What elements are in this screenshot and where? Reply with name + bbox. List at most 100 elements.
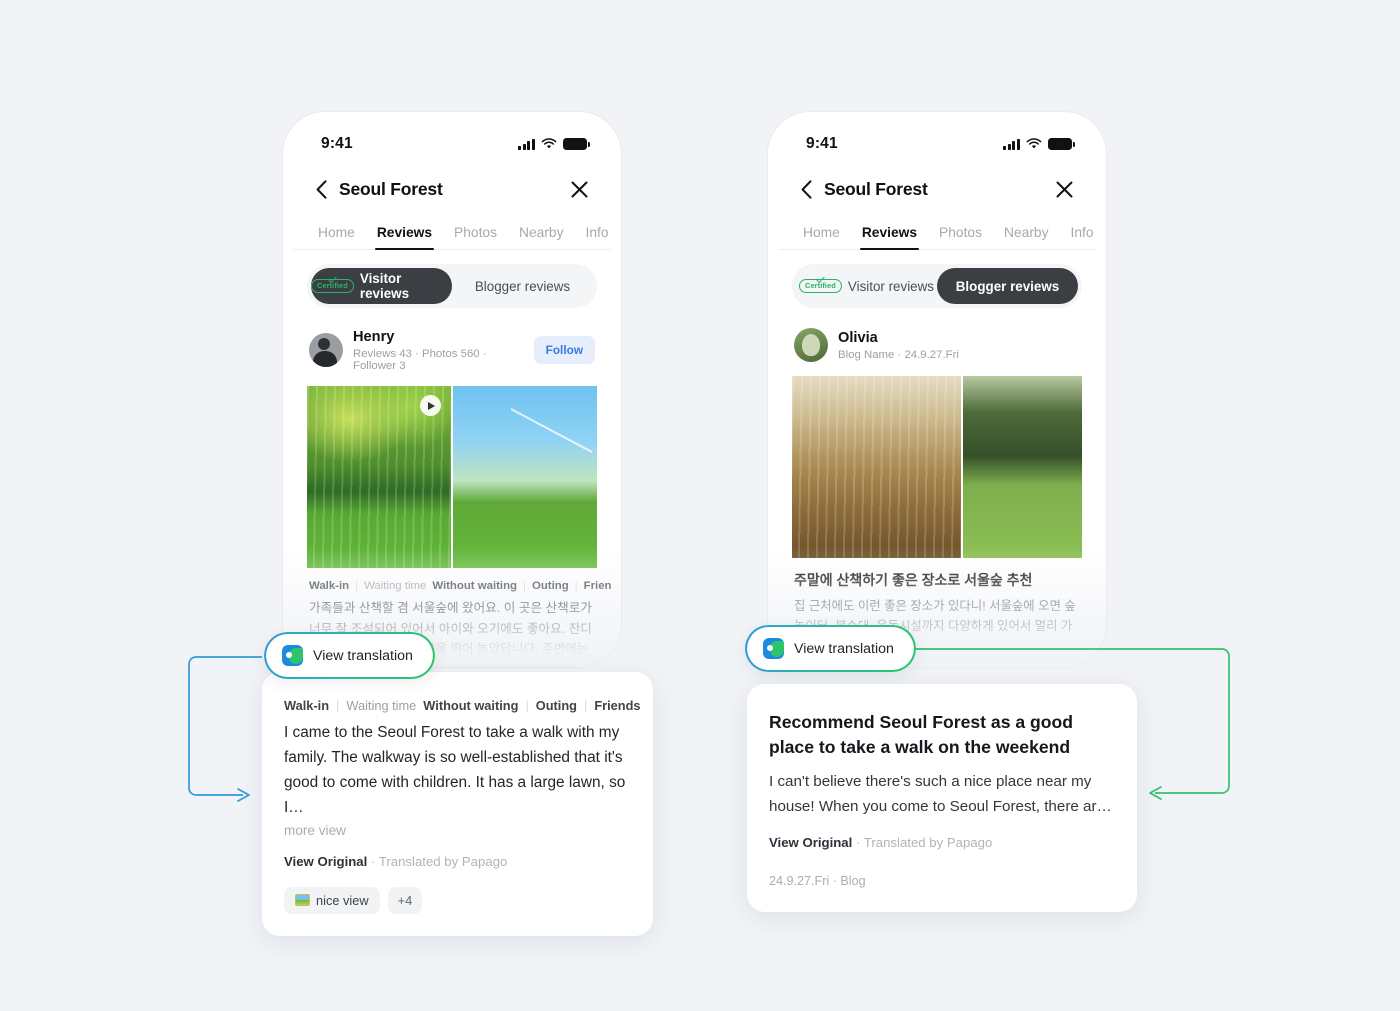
translated-review-body: I came to the Seoul Forest to take a wal… xyxy=(284,724,626,816)
segment-visitor-reviews-label: Visitor reviews xyxy=(847,278,934,294)
review-photo[interactable] xyxy=(962,376,1082,558)
segmented-control-wrap: Certified Visitor reviews Blogger review… xyxy=(778,250,1096,308)
view-original-link[interactable]: View Original xyxy=(284,854,367,869)
avatar[interactable] xyxy=(794,328,828,362)
connector-layer xyxy=(188,648,1230,802)
page-title: Seoul Forest xyxy=(339,178,443,199)
review-tag: Waiting time xyxy=(346,698,417,713)
certified-badge-icon: Certified xyxy=(311,279,354,293)
review-tag: Outing xyxy=(535,698,577,713)
status-bar: 9:41 xyxy=(293,122,611,166)
translated-blog-title: Recommend Seoul Forest as a good place t… xyxy=(769,712,1074,757)
author-stats: Blog Name · 24.9.27.Fri xyxy=(838,349,959,362)
status-icons xyxy=(1002,138,1075,150)
status-icons xyxy=(517,138,590,150)
segment-blogger-reviews[interactable]: Blogger reviews xyxy=(937,268,1078,304)
tab-home[interactable]: Home xyxy=(792,225,851,249)
review-tag: Without waiting xyxy=(432,580,517,593)
translated-tag-line: Walk-in | Waiting time Without waiting | O… xyxy=(284,698,641,713)
close-icon xyxy=(1056,181,1072,197)
author-stats: Reviews 43 · Photos 560 · Follower 3 xyxy=(353,348,487,373)
segment-blogger-reviews[interactable]: Blogger reviews xyxy=(452,268,593,304)
battery-icon xyxy=(1048,138,1075,150)
review-tag: Without waiting xyxy=(423,698,519,713)
review-photo[interactable] xyxy=(453,386,597,569)
review-author-row: Olivia Blog Name · 24.9.27.Fri xyxy=(778,308,1096,362)
status-clock: 9:41 xyxy=(806,135,838,152)
segment-visitor-reviews[interactable]: Certified Visitor reviews xyxy=(311,268,452,304)
tab-reviews[interactable]: Reviews xyxy=(851,225,928,250)
view-original-link[interactable]: View Original xyxy=(769,835,852,850)
tab-info[interactable]: Info xyxy=(1060,225,1097,249)
blog-date-meta: 24.9.27.Fri · Blog xyxy=(769,874,866,889)
translation-card-right: Recommend Seoul Forest as a good place t… xyxy=(747,684,1137,913)
wifi-icon xyxy=(541,138,557,149)
close-button[interactable] xyxy=(565,175,593,203)
signal-bars-icon xyxy=(517,138,535,150)
translation-source-row: View Original · Translated by Papago xyxy=(769,835,1115,850)
review-tag: Outing xyxy=(531,580,569,593)
segmented-control-wrap: Certified Visitor reviews Blogger review… xyxy=(293,250,611,308)
tab-nearby[interactable]: Nearby xyxy=(508,225,574,249)
close-button[interactable] xyxy=(1050,175,1078,203)
battery-icon xyxy=(563,138,590,150)
tab-bar: Home Reviews Photos Nearby Info xyxy=(293,212,611,250)
nav-bar: Seoul Forest xyxy=(778,166,1096,212)
view-translation-label: View translation xyxy=(794,640,894,657)
review-photo-grid xyxy=(307,386,597,569)
blog-title-korean: 주말에 산책하기 좋은 장소로 서울숲 추천 xyxy=(794,572,1033,588)
author-meta: Olivia Blog Name · 24.9.27.Fri xyxy=(838,329,1080,361)
follow-button[interactable]: Follow xyxy=(533,336,595,365)
chevron-left-icon xyxy=(801,179,811,199)
tab-nearby[interactable]: Nearby xyxy=(993,225,1059,249)
status-bar: 9:41 xyxy=(778,122,1096,166)
photo-texture xyxy=(792,376,961,558)
tab-photos[interactable]: Photos xyxy=(443,225,508,249)
more-view-link[interactable]: more view xyxy=(284,823,631,838)
certified-badge-icon: Certified xyxy=(799,279,842,293)
reaction-chip-label: nice view xyxy=(316,892,369,908)
phone-right-screen: 9:41 Seoul Forest Home Reviews Photos Ne… xyxy=(778,122,1096,667)
review-photo-grid xyxy=(792,376,1082,558)
nav-bar: Seoul Forest xyxy=(293,166,611,212)
segment-visitor-reviews[interactable]: Certified Visitor reviews xyxy=(796,268,937,304)
review-photo[interactable] xyxy=(792,376,961,558)
review-tag: Friends xyxy=(583,580,611,593)
avatar[interactable] xyxy=(309,333,343,368)
translated-by-label: · Translated by Papago xyxy=(370,853,508,869)
translation-card-left: Walk-in | Waiting time Without waiting | O… xyxy=(262,672,653,936)
chevron-left-icon xyxy=(316,179,326,199)
translation-source-row: View Original · Translated by Papago xyxy=(284,854,631,869)
view-translation-button-right[interactable]: View translation xyxy=(745,625,916,672)
translated-blog-body: I can't believe there's such a nice plac… xyxy=(769,772,1112,815)
phone-left: 9:41 Seoul Forest Home Reviews Photos Ne… xyxy=(283,112,621,667)
reaction-chip-list: nice view +4 xyxy=(284,886,631,914)
close-icon xyxy=(571,181,587,197)
author-name: Henry xyxy=(353,329,395,345)
phone-right: 9:41 Seoul Forest Home Reviews Photos Ne… xyxy=(768,112,1106,667)
segmented-control: Certified Visitor reviews Blogger review… xyxy=(792,264,1082,308)
tab-info[interactable]: Info xyxy=(575,225,612,249)
arrowhead-left xyxy=(237,788,250,802)
framed-picture-emoji-icon xyxy=(295,894,310,907)
tab-home[interactable]: Home xyxy=(307,225,366,249)
reaction-chip-more[interactable]: +4 xyxy=(387,886,423,914)
wifi-icon xyxy=(1026,138,1042,149)
review-tag-line: Walk-in | Waiting time Without waiting | O… xyxy=(309,580,611,593)
photo-texture xyxy=(510,408,593,454)
tab-reviews[interactable]: Reviews xyxy=(366,225,443,250)
papago-icon xyxy=(763,638,784,659)
review-tag: Walk-in xyxy=(309,580,350,593)
view-translation-button-left[interactable]: View translation xyxy=(264,632,435,679)
tab-bar: Home Reviews Photos Nearby Info xyxy=(778,212,1096,250)
back-button[interactable] xyxy=(792,175,820,203)
review-tag: Friends xyxy=(594,698,641,713)
tab-photos[interactable]: Photos xyxy=(928,225,993,249)
papago-icon xyxy=(282,645,303,666)
review-photo[interactable] xyxy=(307,386,451,569)
back-button[interactable] xyxy=(307,175,335,203)
reaction-chip[interactable]: nice view xyxy=(284,886,380,914)
phone-left-screen: 9:41 Seoul Forest Home Reviews Photos Ne… xyxy=(293,122,611,667)
signal-bars-icon xyxy=(1002,138,1020,150)
review-tag: Walk-in xyxy=(284,698,330,713)
